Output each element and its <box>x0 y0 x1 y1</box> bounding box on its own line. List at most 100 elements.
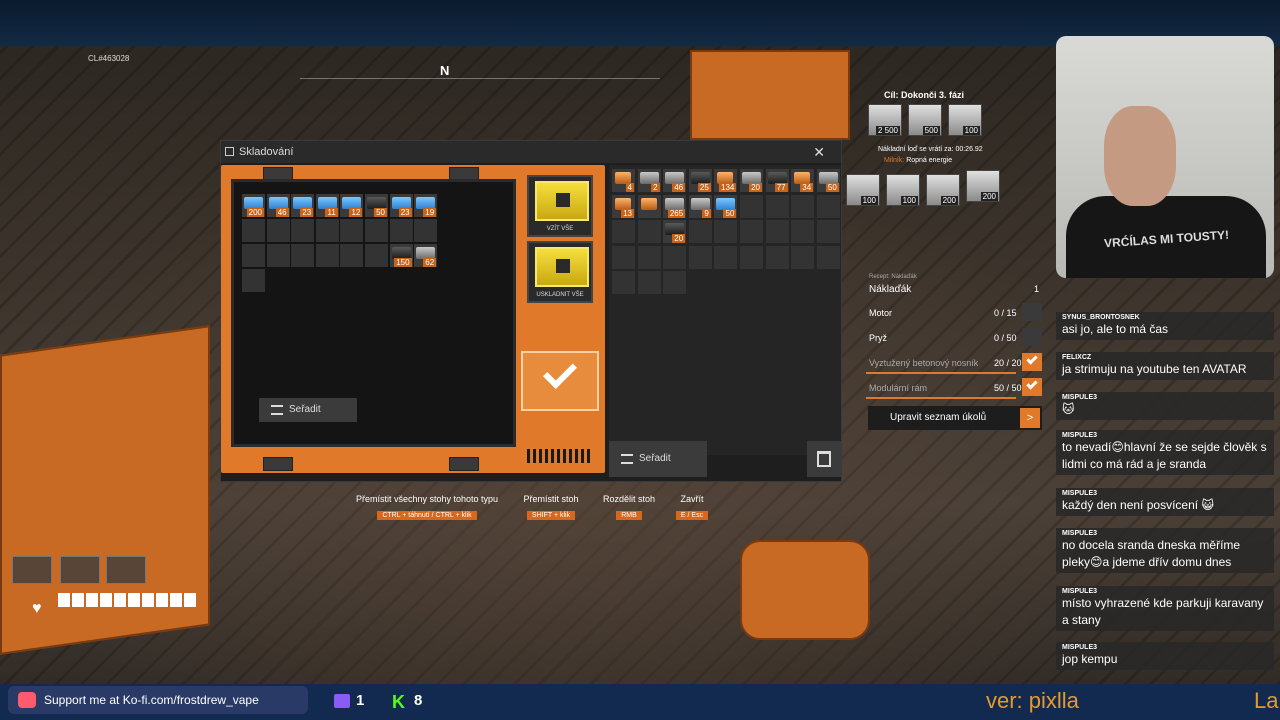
quest-item-count: 100 <box>860 196 878 205</box>
quest-item-slot: 100 <box>886 174 920 206</box>
item-slot[interactable]: 50 <box>714 194 738 218</box>
item-count: 46 <box>275 208 289 217</box>
item-count: 200 <box>246 208 264 217</box>
edit-tasks-button[interactable]: Upravit seznam úkolů > <box>868 406 1042 430</box>
empty-slot[interactable] <box>688 220 712 244</box>
item-slot[interactable]: 200 <box>242 194 265 217</box>
inventory-sort-button[interactable]: Seřadit <box>609 441 707 477</box>
empty-slot[interactable] <box>816 194 840 218</box>
empty-slot[interactable] <box>791 194 815 218</box>
empty-slot[interactable] <box>663 245 687 269</box>
empty-slot[interactable] <box>637 271 661 295</box>
store-all-button[interactable]: USKLADNIT VŠE <box>527 241 593 303</box>
item-slot[interactable]: 134 <box>714 169 738 192</box>
empty-slot[interactable] <box>340 244 364 267</box>
empty-slot[interactable] <box>637 220 661 244</box>
ingredient-progress <box>866 397 1016 399</box>
trash-button[interactable] <box>807 441 841 477</box>
empty-slot[interactable] <box>765 220 789 244</box>
empty-slot[interactable] <box>266 244 290 267</box>
empty-slot[interactable] <box>291 219 315 242</box>
close-icon[interactable]: ✕ <box>813 141 825 163</box>
empty-slot[interactable] <box>714 220 738 244</box>
empty-slot[interactable] <box>791 220 815 244</box>
item-slot[interactable]: 2 <box>637 169 661 192</box>
item-slot[interactable]: 19 <box>414 194 438 217</box>
compass-line <box>300 78 660 79</box>
empty-slot[interactable] <box>791 245 815 269</box>
empty-slot[interactable] <box>816 220 840 244</box>
quest-item-count: 200 <box>980 192 998 201</box>
empty-slot[interactable] <box>291 244 315 267</box>
crate-sort-button[interactable]: Seřadit <box>259 398 357 422</box>
item-count: 25 <box>697 183 711 192</box>
storage-crate: 200 46 23 11 12 50 23 19 150 62 Seřadit VZÍT VŠE … <box>221 165 605 473</box>
health-segment <box>156 593 168 607</box>
kick-icon: K <box>392 692 405 712</box>
quest-item-slot: 500 <box>908 104 942 136</box>
item-slot[interactable]: 9 <box>688 194 712 218</box>
item-count: 50 <box>374 208 387 217</box>
empty-slot[interactable] <box>714 245 738 269</box>
hotbar-slot <box>12 556 52 584</box>
ingredient-name: Pryž <box>869 333 887 343</box>
item-slot[interactable] <box>637 194 661 218</box>
inventory-sort-label: Seřadit <box>639 453 671 464</box>
item-slot[interactable]: 46 <box>266 194 290 217</box>
chat-text: 🐱 <box>1062 402 1075 416</box>
empty-slot[interactable] <box>765 245 789 269</box>
hotbar-slot <box>60 556 100 584</box>
milestone-value: Ropná energie <box>906 157 953 164</box>
empty-slot[interactable] <box>663 271 687 295</box>
empty-slot[interactable] <box>688 245 712 269</box>
item-slot[interactable]: 13 <box>612 194 635 218</box>
empty-slot[interactable] <box>612 245 635 269</box>
empty-slot[interactable] <box>365 244 388 267</box>
empty-slot[interactable] <box>740 245 763 269</box>
recipe-title: Náklaďák <box>869 284 912 295</box>
empty-slot[interactable] <box>266 219 290 242</box>
empty-slot[interactable] <box>740 220 763 244</box>
item-slot[interactable]: 11 <box>315 194 339 217</box>
recipe-title-count: 1 <box>1034 284 1040 294</box>
empty-slot[interactable] <box>389 219 413 242</box>
item-slot[interactable]: 12 <box>340 194 364 217</box>
empty-slot[interactable] <box>242 269 265 292</box>
take-all-button[interactable]: VZÍT VŠE <box>527 175 593 237</box>
storage-window-titlebar[interactable]: Skladování ✕ <box>221 141 841 163</box>
empty-slot[interactable] <box>637 245 661 269</box>
checkmark-icon <box>543 355 577 389</box>
item-slot[interactable]: 20 <box>663 220 687 244</box>
item-slot[interactable]: 34 <box>791 169 815 192</box>
item-slot[interactable]: 77 <box>765 169 789 192</box>
item-slot[interactable]: 50 <box>365 194 388 217</box>
item-count: 20 <box>749 183 762 192</box>
item-count: 13 <box>621 208 634 218</box>
empty-slot[interactable] <box>315 219 339 242</box>
empty-slot[interactable] <box>816 245 840 269</box>
item-slot[interactable]: 23 <box>291 194 315 217</box>
empty-slot[interactable] <box>315 244 339 267</box>
empty-slot[interactable] <box>242 219 265 242</box>
item-slot[interactable]: 46 <box>663 169 687 192</box>
empty-slot[interactable] <box>765 194 789 218</box>
item-count: 134 <box>719 183 737 192</box>
empty-slot[interactable] <box>612 271 635 295</box>
item-slot[interactable]: 150 <box>389 244 413 267</box>
empty-slot[interactable] <box>340 219 364 242</box>
empty-slot[interactable] <box>242 244 265 267</box>
item-slot[interactable]: 265 <box>663 194 687 218</box>
empty-slot[interactable] <box>612 220 635 244</box>
item-slot[interactable]: 50 <box>816 169 840 192</box>
confirm-button[interactable] <box>521 351 599 411</box>
item-slot[interactable]: 20 <box>740 169 763 192</box>
chat-message: MISPULE3 🐱 <box>1056 392 1274 420</box>
kofi-banner[interactable]: Support me at Ko-fi.com/frostdrew_vape <box>8 686 308 714</box>
empty-slot[interactable] <box>414 219 438 242</box>
empty-slot[interactable] <box>740 194 763 218</box>
item-slot[interactable]: 62 <box>414 244 438 267</box>
item-slot[interactable]: 23 <box>389 194 413 217</box>
item-slot[interactable]: 4 <box>612 169 635 192</box>
item-slot[interactable]: 25 <box>688 169 712 192</box>
empty-slot[interactable] <box>365 219 388 242</box>
